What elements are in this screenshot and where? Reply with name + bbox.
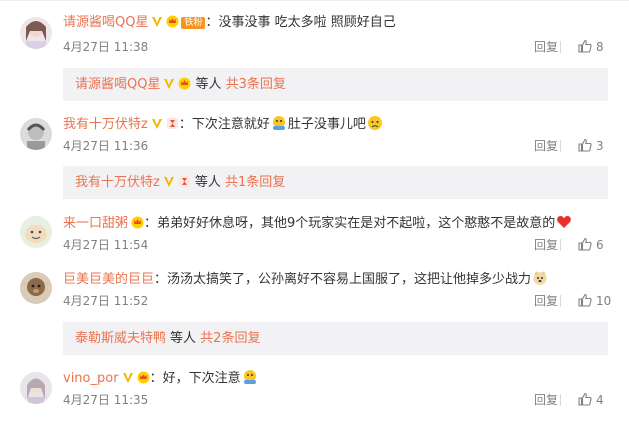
comment-text: ：下次注意就好 <box>178 117 270 132</box>
reply-button[interactable]: 回复 <box>534 237 558 253</box>
like-button[interactable]: 3 <box>578 138 604 154</box>
hourglass-icon <box>178 168 191 201</box>
comment-text: ：弟弟好好休息呀，其他9个玩家实在是对不起啦，这个憨憨不是故意的 <box>144 216 556 231</box>
verified-v-icon <box>122 372 134 390</box>
reply-button[interactable]: 回复 <box>534 39 558 55</box>
avatar[interactable] <box>20 372 52 404</box>
hourglass-icon <box>166 117 179 136</box>
comment-time: 4月27日 11:54 <box>63 238 149 252</box>
like-button[interactable]: 6 <box>578 237 604 253</box>
sub-reply-username[interactable]: 请源酱喝QQ星 <box>75 77 160 92</box>
sub-replies-box[interactable]: 泰勒斯威夫特鸭 等人 共2条回复 <box>63 322 608 355</box>
like-count: 4 <box>596 393 604 407</box>
comment-username[interactable]: vino_por <box>63 371 119 386</box>
like-count: 10 <box>596 294 612 308</box>
comment-time: 4月27日 11:52 <box>63 294 149 308</box>
worried-emoji-icon <box>271 115 287 137</box>
thumbs-up-icon <box>578 392 592 406</box>
member-crown-icon <box>166 15 179 34</box>
sub-reply-etc: 等人 <box>170 331 197 346</box>
action-divider <box>560 140 561 152</box>
thumbs-up-icon <box>578 237 592 251</box>
sub-reply-etc: 等人 <box>195 77 222 92</box>
action-divider <box>560 295 561 307</box>
comment-username[interactable]: 我有十万伏特z <box>63 117 148 132</box>
like-count: 3 <box>596 139 604 153</box>
sub-replies-box[interactable]: 请源酱喝QQ星 等人 共3条回复 <box>63 68 608 101</box>
verified-v-icon <box>151 16 163 34</box>
thumbs-up-icon <box>578 138 592 152</box>
comment-username[interactable]: 请源酱喝QQ星 <box>63 15 148 30</box>
comment-text-continued: 肚子没事儿吧 <box>287 117 366 132</box>
verified-v-icon <box>163 168 175 201</box>
comment-time: 4月27日 11:35 <box>63 393 149 407</box>
member-crown-icon <box>137 371 150 390</box>
doge-emoji-icon <box>532 270 548 292</box>
avatar[interactable] <box>20 17 52 49</box>
like-button[interactable]: 8 <box>578 39 604 55</box>
like-count: 8 <box>596 40 604 54</box>
verified-v-icon <box>163 70 175 103</box>
avatar[interactable] <box>20 272 52 304</box>
thumbs-up-icon <box>578 39 592 53</box>
verified-v-icon <box>151 118 163 136</box>
action-divider <box>560 394 561 406</box>
like-button[interactable]: 10 <box>578 293 611 309</box>
comment-time: 4月27日 11:36 <box>63 139 149 153</box>
sub-reply-etc: 等人 <box>194 175 221 190</box>
fan-tag-badge: 铁粉 <box>181 17 206 29</box>
sub-reply-username[interactable]: 泰勒斯威夫特鸭 <box>75 331 166 346</box>
worried-emoji-icon <box>242 369 258 391</box>
action-divider <box>560 41 561 53</box>
comment-text: ：好，下次注意 <box>149 371 241 386</box>
sad-emoji-icon <box>367 115 383 137</box>
reply-button[interactable]: 回复 <box>534 392 558 408</box>
avatar[interactable] <box>20 118 52 150</box>
comment-username[interactable]: 巨美巨美的巨巨 <box>63 272 154 287</box>
member-crown-icon <box>131 216 144 235</box>
member-crown-icon <box>178 70 191 103</box>
sub-replies-box[interactable]: 我有十万伏特z 等人 共1条回复 <box>63 166 608 199</box>
comment-text: ：汤汤太搞笑了，公孙离好不容易上国服了，这把让他掉多少战力 <box>154 272 532 287</box>
comment-time: 4月27日 11:38 <box>63 40 149 54</box>
action-divider <box>560 239 561 251</box>
sub-reply-username[interactable]: 我有十万伏特z <box>75 175 160 190</box>
like-button[interactable]: 4 <box>578 392 604 408</box>
more-replies-link[interactable]: 共2条回复 <box>200 331 260 346</box>
like-count: 6 <box>596 238 604 252</box>
avatar[interactable] <box>20 216 52 248</box>
more-replies-link[interactable]: 共1条回复 <box>225 175 285 190</box>
more-replies-link[interactable]: 共3条回复 <box>226 77 286 92</box>
comment-username[interactable]: 来一口甜粥 <box>63 216 128 231</box>
top-divider <box>0 0 629 1</box>
comment-text: ：没事没事 吃太多啦 照顾好自己 <box>205 15 396 30</box>
heart-icon <box>556 214 572 236</box>
thumbs-up-icon <box>578 293 592 307</box>
reply-button[interactable]: 回复 <box>534 138 558 154</box>
reply-button[interactable]: 回复 <box>534 293 558 309</box>
